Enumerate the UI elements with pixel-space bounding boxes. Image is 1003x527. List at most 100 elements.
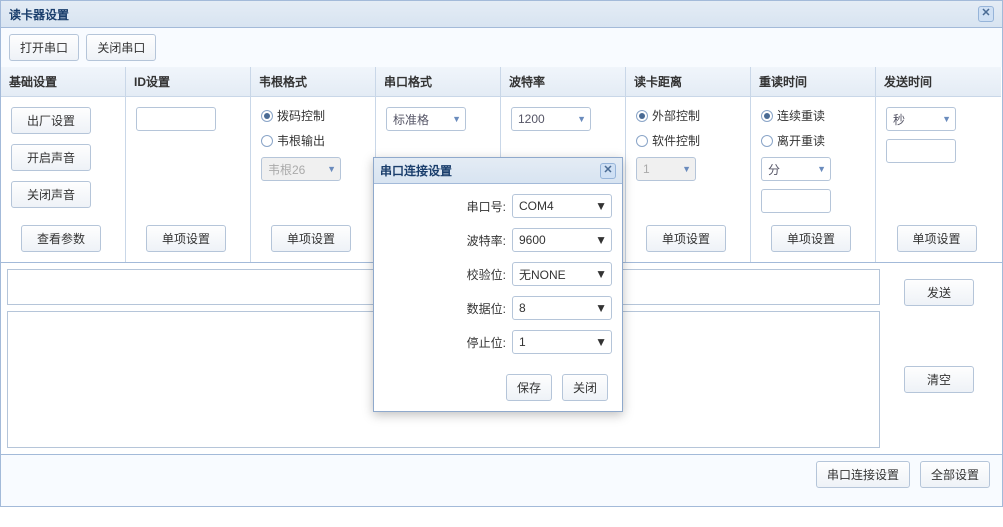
radio-label: 离开重读 (777, 132, 825, 149)
modal-baud-select[interactable]: 9600 ▼ (512, 228, 612, 252)
select-value: 标准格 (393, 111, 429, 128)
chevron-down-icon: ▼ (817, 164, 826, 174)
factory-reset-button[interactable]: 出厂设置 (11, 107, 91, 134)
view-params-button[interactable]: 查看参数 (21, 225, 101, 252)
clear-button[interactable]: 清空 (904, 366, 974, 393)
toolbar: 打开串口 关闭串口 (0, 28, 1003, 67)
row-baud: 波特率: 9600 ▼ (384, 228, 612, 252)
radio-label: 连续重读 (777, 107, 825, 124)
serialfmt-select[interactable]: 标准格 ▼ (386, 107, 466, 131)
distance-radio-software[interactable]: 软件控制 (636, 132, 740, 149)
baud-label: 波特率: (467, 232, 506, 249)
chevron-down-icon: ▼ (452, 114, 461, 124)
baud-select[interactable]: 1200 ▼ (511, 107, 591, 131)
stop-select[interactable]: 1 ▼ (512, 330, 612, 354)
chevron-down-icon: ▼ (682, 164, 691, 174)
modal-save-button[interactable]: 保存 (506, 374, 552, 401)
reread-unit-select[interactable]: 分 ▼ (761, 157, 831, 181)
modal-titlebar: 串口连接设置 ✕ (374, 158, 622, 184)
col-basic: 基础设置 出厂设置 开启声音 关闭声音 查看参数 (1, 67, 126, 262)
col-header-baud: 波特率 (501, 67, 625, 97)
side-buttons: 发送 清空 (886, 269, 996, 448)
open-serial-button[interactable]: 打开串口 (9, 34, 79, 61)
port-label: 串口号: (467, 198, 506, 215)
select-value: 9600 (519, 233, 546, 247)
reread-radio-leave[interactable]: 离开重读 (761, 132, 865, 149)
chevron-down-icon: ▼ (595, 301, 607, 315)
radio-label: 外部控制 (652, 107, 700, 124)
radio-icon (761, 110, 773, 122)
sound-off-button[interactable]: 关闭声音 (11, 181, 91, 208)
select-value: 韦根26 (268, 161, 305, 178)
chevron-down-icon: ▼ (595, 335, 607, 349)
bottom-bar: 串口连接设置 全部设置 (0, 455, 1003, 507)
select-value: 1200 (518, 112, 545, 126)
send-single-button[interactable]: 单项设置 (897, 225, 977, 252)
radio-label: 软件控制 (652, 132, 700, 149)
serial-settings-modal: 串口连接设置 ✕ 串口号: COM4 ▼ 波特率: 9600 ▼ 校验位: (373, 157, 623, 412)
col-header-wiegand: 韦根格式 (251, 67, 375, 97)
col-send: 发送时间 秒 ▼ 单项设置 (876, 67, 1001, 262)
chevron-down-icon: ▼ (595, 233, 607, 247)
select-value: 秒 (893, 111, 905, 128)
chevron-down-icon: ▼ (577, 114, 586, 124)
radio-label: 拨码控制 (277, 107, 325, 124)
radio-icon (261, 135, 273, 147)
col-header-distance: 读卡距离 (626, 67, 750, 97)
select-value: COM4 (519, 199, 554, 213)
distance-single-button[interactable]: 单项设置 (646, 225, 726, 252)
distance-radio-external[interactable]: 外部控制 (636, 107, 740, 124)
radio-icon (636, 135, 648, 147)
row-port: 串口号: COM4 ▼ (384, 194, 612, 218)
row-data: 数据位: 8 ▼ (384, 296, 612, 320)
radio-label: 韦根输出 (277, 132, 325, 149)
col-header-serialfmt: 串口格式 (376, 67, 500, 97)
send-button[interactable]: 发送 (904, 279, 974, 306)
reread-single-button[interactable]: 单项设置 (771, 225, 851, 252)
chevron-down-icon: ▼ (942, 114, 951, 124)
sound-on-button[interactable]: 开启声音 (11, 144, 91, 171)
send-value-input[interactable] (886, 139, 956, 163)
main-window: 读卡器设置 ✕ 打开串口 关闭串口 基础设置 出厂设置 开启声音 关闭声音 查看… (0, 0, 1003, 527)
wiegand-radio-output[interactable]: 韦根输出 (261, 132, 365, 149)
col-header-basic: 基础设置 (1, 67, 125, 97)
serial-settings-button[interactable]: 串口连接设置 (816, 461, 910, 488)
titlebar: 读卡器设置 ✕ (0, 0, 1003, 28)
window-title: 读卡器设置 (9, 6, 69, 23)
wiegand-select[interactable]: 韦根26 ▼ (261, 157, 341, 181)
parity-select[interactable]: 无NONE ▼ (512, 262, 612, 286)
select-value: 1 (643, 162, 650, 176)
col-header-id: ID设置 (126, 67, 250, 97)
all-settings-button[interactable]: 全部设置 (920, 461, 990, 488)
radio-icon (761, 135, 773, 147)
modal-close-icon[interactable]: ✕ (600, 163, 616, 179)
id-single-button[interactable]: 单项设置 (146, 225, 226, 252)
reread-value-input[interactable] (761, 189, 831, 213)
close-serial-button[interactable]: 关闭串口 (86, 34, 156, 61)
stop-label: 停止位: (467, 334, 506, 351)
chevron-down-icon: ▼ (327, 164, 336, 174)
modal-title: 串口连接设置 (380, 162, 452, 179)
id-input[interactable] (136, 107, 216, 131)
select-value: 1 (519, 335, 526, 349)
data-label: 数据位: (467, 300, 506, 317)
select-value: 无NONE (519, 266, 566, 283)
col-header-send: 发送时间 (876, 67, 1001, 97)
modal-close-button[interactable]: 关闭 (562, 374, 608, 401)
modal-body: 串口号: COM4 ▼ 波特率: 9600 ▼ 校验位: 无NONE ▼ (374, 184, 622, 368)
reread-radio-continuous[interactable]: 连续重读 (761, 107, 865, 124)
close-icon[interactable]: ✕ (978, 6, 994, 22)
port-select[interactable]: COM4 ▼ (512, 194, 612, 218)
distance-select[interactable]: 1 ▼ (636, 157, 696, 181)
wiegand-single-button[interactable]: 单项设置 (271, 225, 351, 252)
col-wiegand: 韦根格式 拨码控制 韦根输出 韦根26 ▼ 单项设置 (251, 67, 376, 262)
col-distance: 读卡距离 外部控制 软件控制 1 ▼ 单项设置 (626, 67, 751, 262)
select-value: 分 (768, 161, 780, 178)
row-parity: 校验位: 无NONE ▼ (384, 262, 612, 286)
wiegand-radio-dial[interactable]: 拨码控制 (261, 107, 365, 124)
radio-icon (261, 110, 273, 122)
data-select[interactable]: 8 ▼ (512, 296, 612, 320)
col-header-reread: 重读时间 (751, 67, 875, 97)
send-unit-select[interactable]: 秒 ▼ (886, 107, 956, 131)
modal-footer: 保存 关闭 (374, 368, 622, 411)
